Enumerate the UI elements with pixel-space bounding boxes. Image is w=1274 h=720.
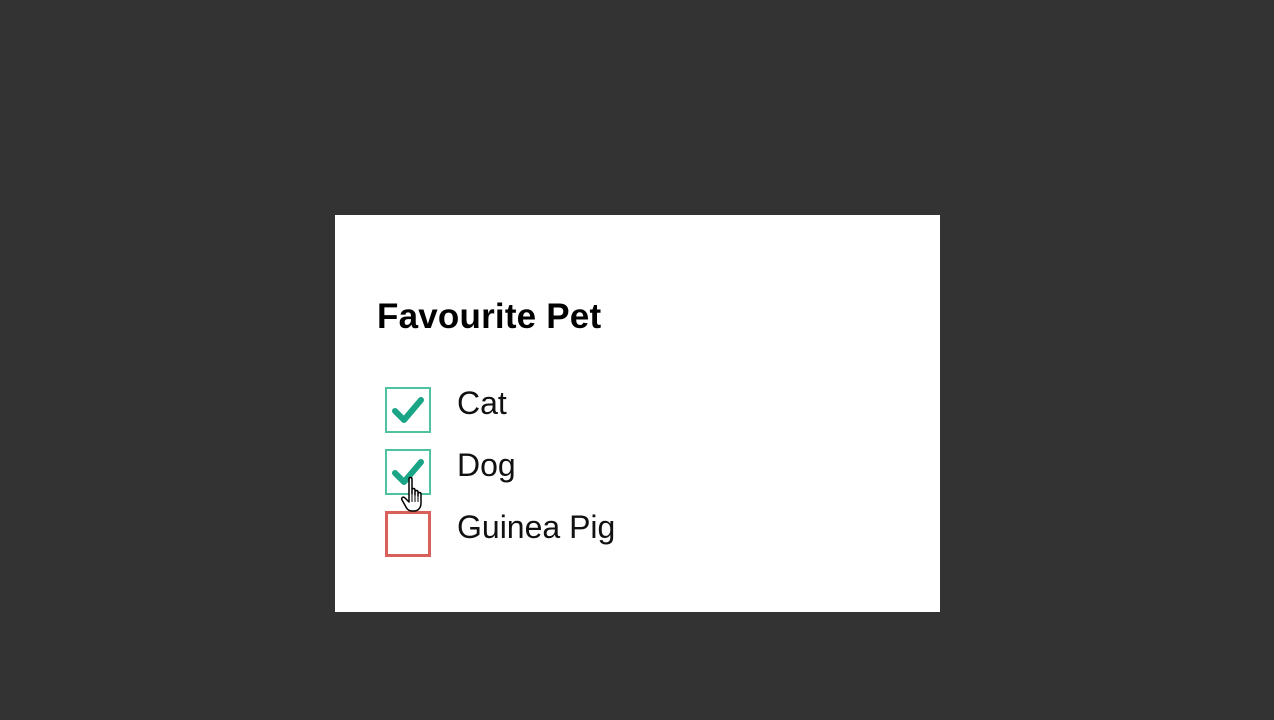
option-guinea-pig[interactable]: Guinea Pig [385,508,616,557]
guinea-pig-checkbox[interactable] [385,511,431,557]
form-title: Favourite Pet [377,297,602,336]
checkmark-icon [392,397,424,423]
dog-label: Dog [457,446,516,483]
guinea-pig-label: Guinea Pig [457,508,616,545]
option-cat[interactable]: Cat [385,384,507,433]
dog-checkbox[interactable] [385,449,431,495]
cat-checkbox[interactable] [385,387,431,433]
option-dog[interactable]: Dog [385,446,516,495]
cat-label: Cat [457,384,507,421]
pet-form-card: Favourite Pet Cat Dog Guinea Pig [335,215,940,612]
checkmark-icon [392,459,424,485]
